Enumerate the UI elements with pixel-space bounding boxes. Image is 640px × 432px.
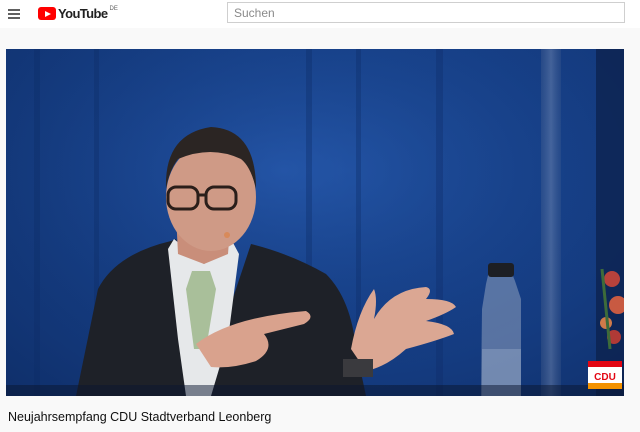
logo-region-code: DE: [109, 6, 118, 12]
search-input[interactable]: [228, 3, 614, 22]
play-icon: [38, 7, 56, 20]
video-title: Neujahrsempfang CDU Stadtverband Leonber…: [8, 410, 272, 424]
video-frame-image: [6, 49, 624, 396]
search-box[interactable]: [227, 2, 625, 23]
video-player[interactable]: CDU: [6, 49, 624, 396]
youtube-logo[interactable]: YouTube DE: [38, 6, 118, 22]
cdu-logo-text: CDU: [594, 372, 616, 383]
logo-text: YouTube: [58, 6, 108, 21]
cdu-logo: CDU: [588, 361, 622, 389]
hamburger-menu-icon[interactable]: [8, 9, 20, 19]
masthead: YouTube DE: [0, 0, 640, 28]
